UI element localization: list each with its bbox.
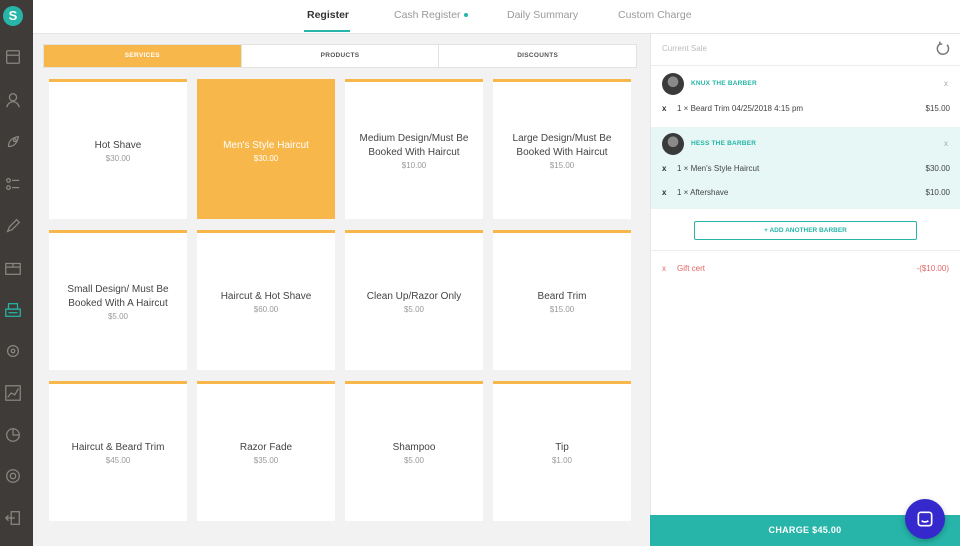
- service-price: $35.00: [253, 455, 279, 465]
- cash-register-indicator: [463, 13, 468, 18]
- service-tile-mens-style-haircut[interactable]: Men's Style Haircut $30.00: [197, 79, 335, 219]
- service-name: Small Design/ Must Be Booked With A Hair…: [67, 283, 169, 309]
- service-name: Razor Fade: [239, 441, 293, 453]
- category-segments: SERVICES PRODUCTS DISCOUNTS: [43, 44, 637, 68]
- sale-item-price: $15.00: [925, 104, 950, 113]
- current-sale-header: Current Sale: [651, 34, 960, 66]
- logo-icon[interactable]: S: [3, 6, 23, 26]
- support-icon[interactable]: [3, 466, 23, 486]
- cash-register-icon[interactable]: [3, 300, 23, 320]
- service-tile-beard-trim[interactable]: Beard Trim $15.00: [493, 230, 631, 370]
- top-nav: Register Cash Register Daily Summary Cus…: [33, 0, 960, 34]
- remove-barber-button[interactable]: x: [944, 79, 948, 88]
- service-tile-haircut-hot-shave[interactable]: Haircut & Hot Shave $60.00: [197, 230, 335, 370]
- service-price: $30.00: [253, 153, 279, 163]
- service-name: Hot Shave: [94, 139, 142, 151]
- tab-cash-register-label: Cash Register: [394, 9, 461, 21]
- service-name: Haircut & Hot Shave: [220, 290, 312, 302]
- customer-icon[interactable]: [3, 90, 23, 110]
- service-name: Large Design/Must Be Booked With Haircut: [512, 132, 612, 158]
- gift-cert-label: Gift cert: [677, 264, 706, 273]
- service-tile-haircut-beard-trim[interactable]: Haircut & Beard Trim $45.00: [49, 381, 187, 521]
- logout-icon[interactable]: [3, 508, 23, 528]
- barber-name[interactable]: HESS THE BARBER: [691, 140, 756, 147]
- remove-gift-cert-button[interactable]: x: [662, 264, 666, 273]
- service-price: $15.00: [549, 160, 575, 170]
- remove-item-button[interactable]: x: [662, 188, 666, 197]
- service-name: Medium Design/Must Be Booked With Haircu…: [359, 132, 469, 158]
- settings-icon[interactable]: [3, 341, 23, 361]
- service-price: $1.00: [551, 455, 573, 465]
- remove-item-button[interactable]: x: [662, 104, 666, 113]
- reports-icon[interactable]: [3, 383, 23, 403]
- segment-services[interactable]: SERVICES: [44, 45, 242, 67]
- sale-item-desc: 1 × Aftershave: [677, 188, 729, 197]
- sale-item-price: $30.00: [925, 164, 950, 173]
- service-price: $30.00: [105, 153, 131, 163]
- tab-register[interactable]: Register: [307, 9, 349, 21]
- tab-custom-charge[interactable]: Custom Charge: [618, 9, 692, 21]
- sale-item-desc: 1 × Men's Style Haircut: [677, 164, 760, 173]
- list-icon[interactable]: [3, 174, 23, 194]
- service-price: $5.00: [403, 455, 425, 465]
- service-price: $60.00: [253, 304, 279, 314]
- barber-name[interactable]: KNUX THE BARBER: [691, 80, 757, 87]
- service-tile-medium-design[interactable]: Medium Design/Must Be Booked With Haircu…: [345, 79, 483, 219]
- add-another-barber-button[interactable]: + ADD ANOTHER BARBER: [694, 221, 917, 240]
- left-sidebar: S: [0, 0, 33, 546]
- service-tile-hot-shave[interactable]: Hot Shave $30.00: [49, 79, 187, 219]
- service-name: Men's Style Haircut: [223, 139, 309, 151]
- gift-cert-amount: -($10.00): [916, 264, 949, 273]
- sale-item-desc: 1 × Beard Trim 04/25/2018 4:15 pm: [677, 104, 804, 113]
- edit-icon[interactable]: [3, 216, 23, 236]
- service-tile-shampoo[interactable]: Shampoo $5.00: [345, 381, 483, 521]
- service-name: Haircut & Beard Trim: [71, 441, 165, 453]
- reset-sale-icon[interactable]: [935, 40, 953, 58]
- service-name: Shampoo: [392, 441, 436, 453]
- tab-daily-summary[interactable]: Daily Summary: [507, 9, 578, 21]
- service-tile-razor-fade[interactable]: Razor Fade $35.00: [197, 381, 335, 521]
- remove-item-button[interactable]: x: [662, 164, 666, 173]
- app: S Register Cash Register Daily Summary C…: [0, 0, 960, 546]
- chat-icon[interactable]: [905, 499, 945, 539]
- service-name: Beard Trim: [537, 290, 587, 302]
- sale-item-price: $10.00: [925, 188, 950, 197]
- remove-barber-button[interactable]: x: [944, 139, 948, 148]
- segment-products[interactable]: PRODUCTS: [242, 45, 440, 67]
- segment-discounts[interactable]: DISCOUNTS: [439, 45, 636, 67]
- barber-avatar: [662, 133, 684, 155]
- tab-cash-register[interactable]: Cash Register: [394, 9, 468, 21]
- service-tile-tip[interactable]: Tip $1.00: [493, 381, 631, 521]
- launch-icon[interactable]: [3, 132, 23, 152]
- service-tile-clean-up[interactable]: Clean Up/Razor Only $5.00: [345, 230, 483, 370]
- active-tab-underline: [304, 30, 350, 32]
- service-price: $5.00: [403, 304, 425, 314]
- service-price: $10.00: [401, 160, 427, 170]
- register-icon[interactable]: [3, 47, 23, 67]
- divider: [651, 250, 960, 251]
- barber-group-knux: KNUX THE BARBER x x 1 × Beard Trim 04/25…: [651, 67, 960, 127]
- analytics-icon[interactable]: [3, 425, 23, 445]
- service-tile-large-design[interactable]: Large Design/Must Be Booked With Haircut…: [493, 79, 631, 219]
- barber-avatar: [662, 73, 684, 95]
- service-tile-small-design[interactable]: Small Design/ Must Be Booked With A Hair…: [49, 230, 187, 370]
- service-price: $15.00: [549, 304, 575, 314]
- service-price: $45.00: [105, 455, 131, 465]
- inventory-icon[interactable]: [3, 258, 23, 278]
- barber-group-hess: HESS THE BARBER x x 1 × Men's Style Hair…: [651, 127, 960, 209]
- service-name: Clean Up/Razor Only: [366, 290, 462, 302]
- service-price: $5.00: [107, 311, 129, 321]
- service-name: Tip: [555, 441, 569, 453]
- current-sale-title: Current Sale: [662, 44, 707, 53]
- current-sale-panel: Current Sale KNUX THE BARBER x x 1 × Bea…: [650, 34, 960, 546]
